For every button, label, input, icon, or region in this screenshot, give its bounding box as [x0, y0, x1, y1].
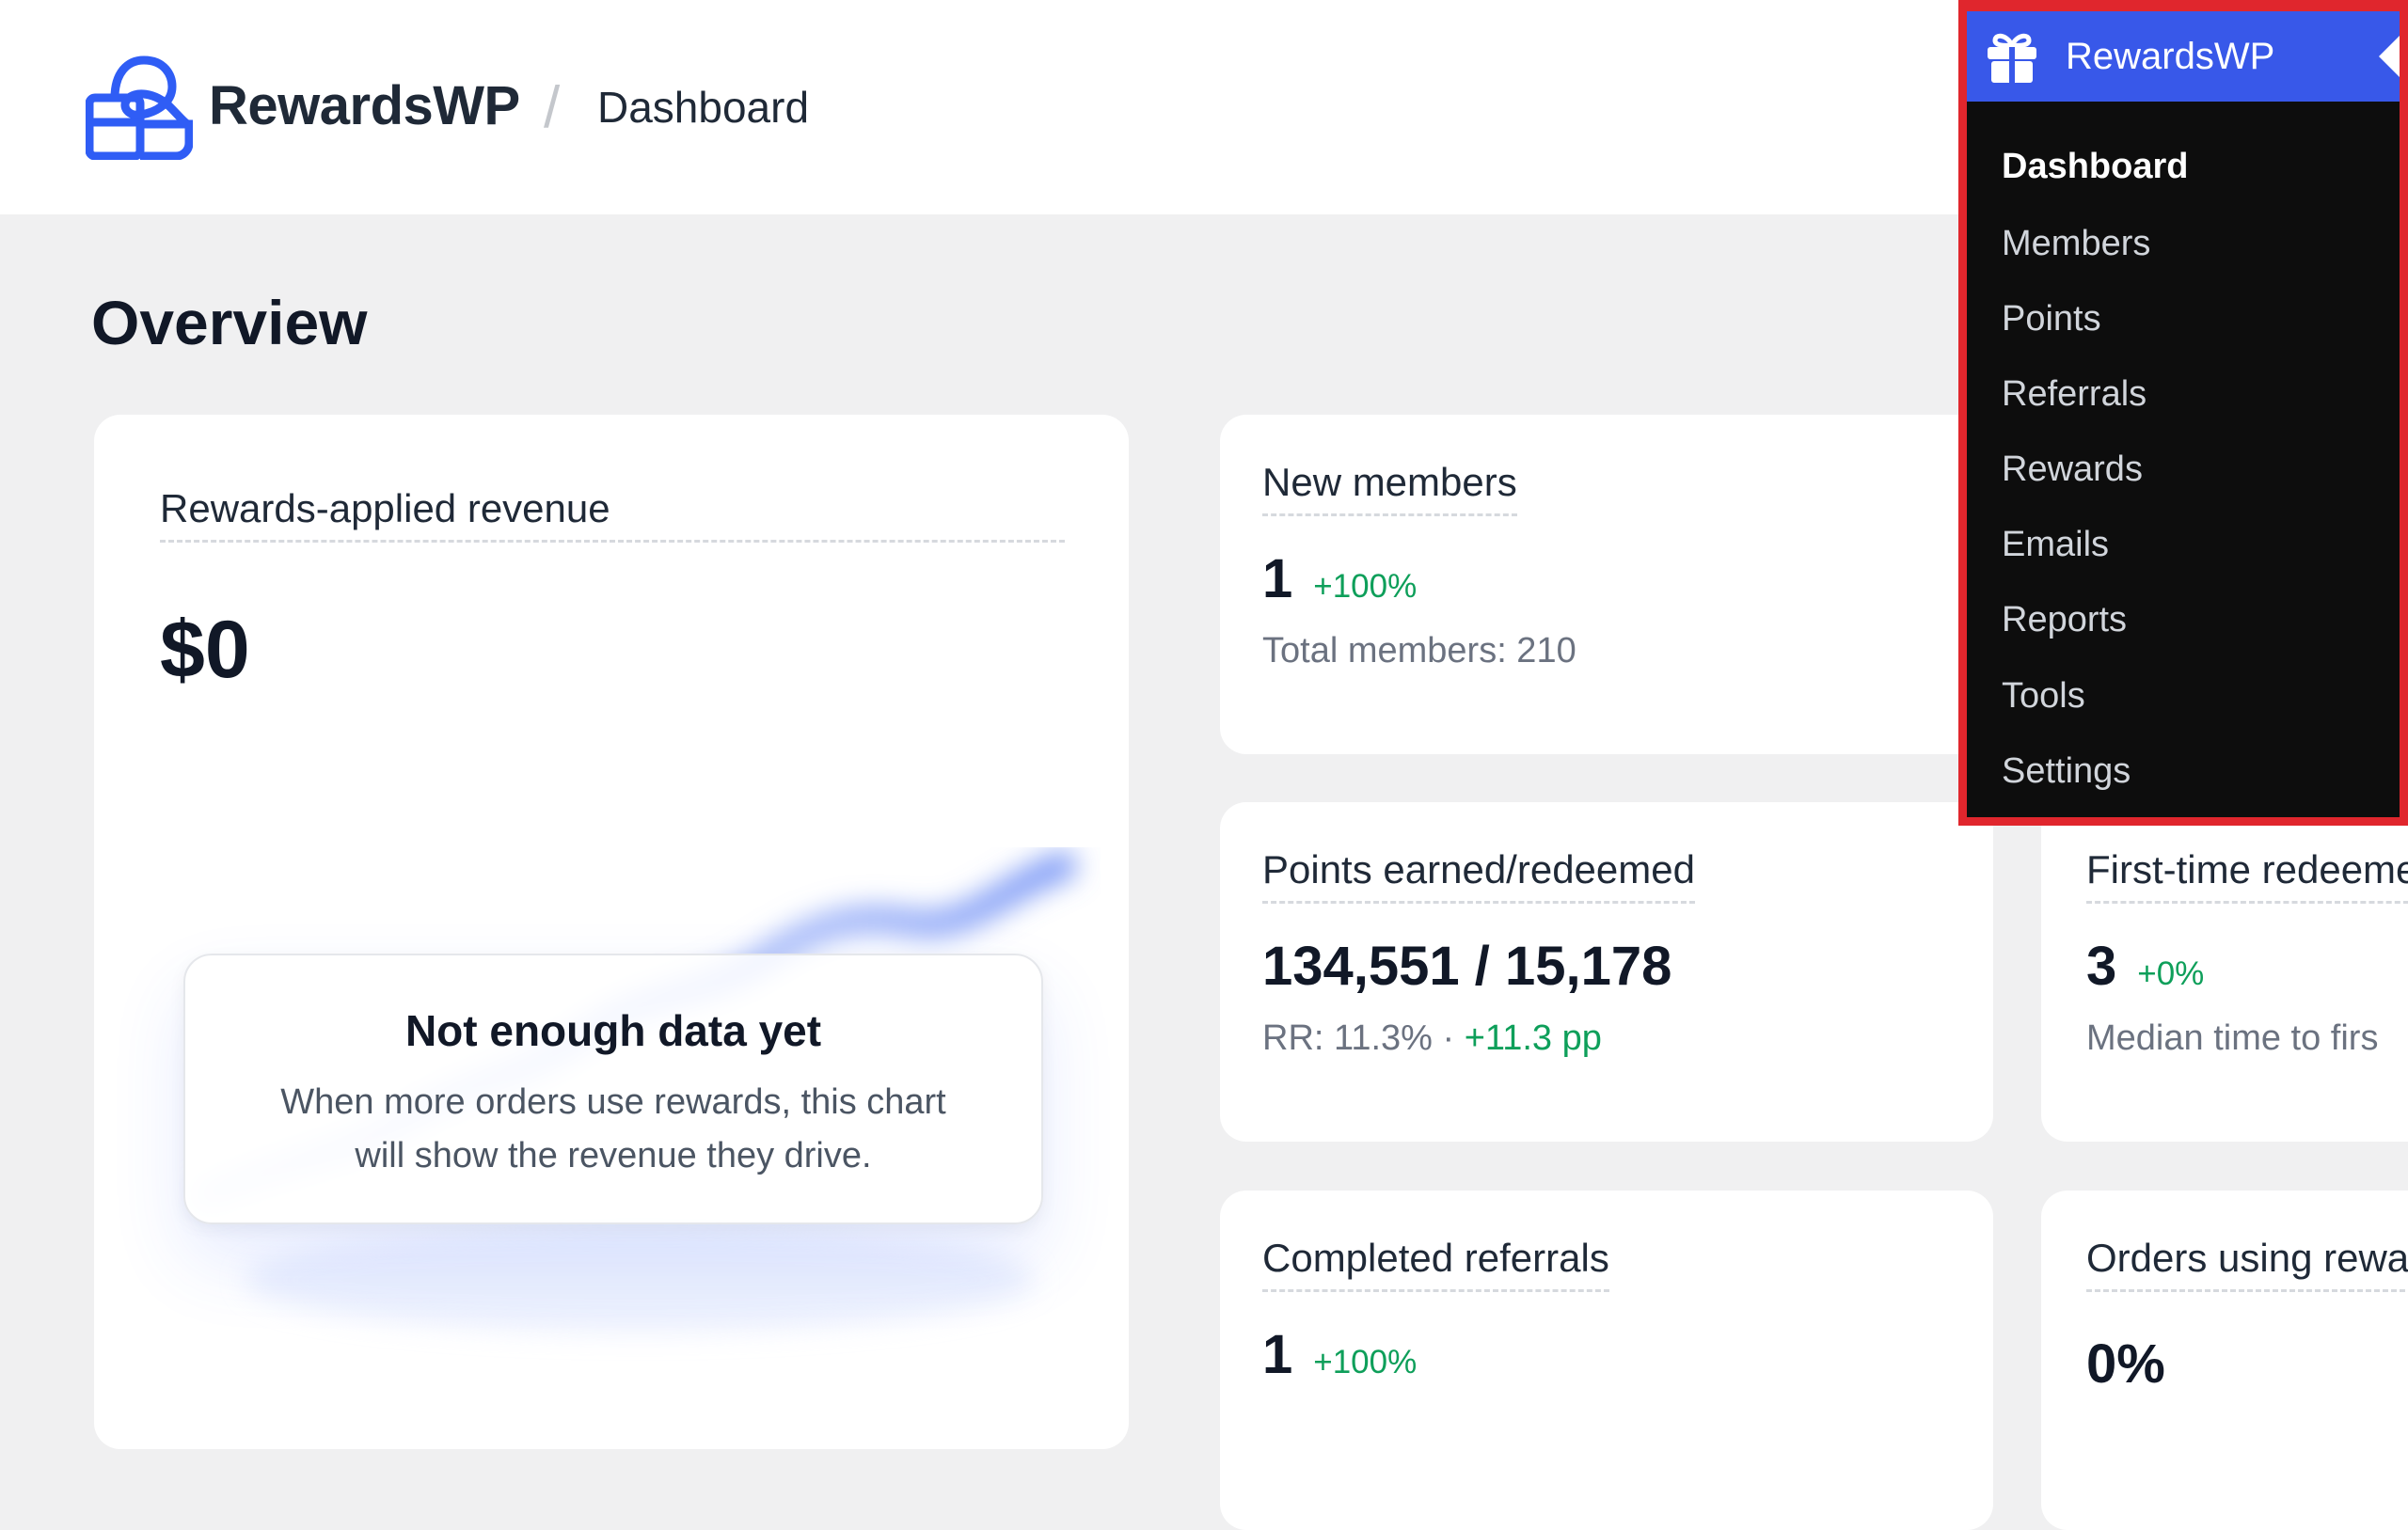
breadcrumb-separator: /: [544, 75, 561, 140]
new-members-delta: +100%: [1313, 568, 1418, 605]
median-time-text: Median time to firs: [2086, 1018, 2379, 1058]
points-title[interactable]: Points earned/redeemed: [1262, 844, 1695, 904]
first-time-redeemers-card: First-time redeeme 3 +0% Median time to f…: [2041, 802, 2408, 1142]
first-time-title[interactable]: First-time redeeme: [2086, 844, 2408, 904]
revenue-card: Rewards-applied revenue $0 Not enough da…: [94, 415, 1129, 1449]
menu-item-members[interactable]: Members: [2002, 220, 2150, 267]
completed-referrals-title[interactable]: Completed referrals: [1262, 1233, 1609, 1292]
empty-state-panel: Not enough data yet When more orders use…: [183, 954, 1043, 1224]
breadcrumb-current: Dashboard: [597, 83, 810, 132]
menu-item-rewards[interactable]: Rewards: [2002, 446, 2143, 493]
menu-item-referrals[interactable]: Referrals: [2002, 371, 2147, 418]
menu-item-dashboard[interactable]: Dashboard: [2002, 143, 2188, 190]
empty-state-title: Not enough data yet: [404, 1006, 822, 1055]
page-title: Overview: [91, 288, 368, 357]
menu-item-points[interactable]: Points: [2002, 295, 2101, 342]
revenue-value: $0: [160, 605, 250, 695]
points-value: 134,551 / 15,178: [1262, 936, 1672, 997]
redemption-rate-delta: +11.3 pp: [1464, 1018, 1602, 1058]
menu-item-tools[interactable]: Tools: [2002, 672, 2085, 719]
orders-using-rewards-title[interactable]: Orders using rewar: [2086, 1233, 2408, 1292]
new-members-value: 1 +100%: [1262, 546, 1417, 620]
admin-menu-header[interactable]: RewardsWP: [1967, 11, 2400, 102]
new-members-title[interactable]: New members: [1262, 457, 1517, 516]
new-members-number: 1: [1262, 548, 1293, 609]
menu-pointer-arrow: [2379, 36, 2400, 77]
redemption-rate-text: RR: 11.3% · +11.3 pp: [1262, 1015, 1602, 1062]
revenue-card-title[interactable]: Rewards-applied revenue: [160, 483, 1065, 543]
first-time-delta: +0%: [2137, 955, 2205, 992]
first-time-number: 3: [2086, 936, 2117, 997]
admin-menu-title: RewardsWP: [2066, 36, 2275, 77]
orders-using-rewards-card: Orders using rewar 0%: [2041, 1191, 2408, 1530]
brand-name[interactable]: RewardsWP: [209, 75, 520, 137]
menu-item-emails[interactable]: Emails: [2002, 521, 2109, 568]
empty-state-text: When more orders use rewards, this chart…: [280, 1082, 946, 1175]
completed-referrals-delta: +100%: [1313, 1344, 1418, 1380]
completed-referrals-card: Completed referrals 1 +100%: [1220, 1191, 1993, 1530]
menu-item-reports[interactable]: Reports: [2002, 596, 2127, 643]
orders-using-rewards-value: 0%: [2086, 1333, 2165, 1395]
admin-submenu: RewardsWP Dashboard Members Points Refer…: [1958, 0, 2408, 826]
menu-item-settings[interactable]: Settings: [2002, 748, 2131, 795]
gift-icon: [1988, 33, 2036, 83]
completed-referrals-value: 1 +100%: [1262, 1322, 1417, 1396]
points-card: Points earned/redeemed 134,551 / 15,178 …: [1220, 802, 1993, 1142]
redemption-rate-label: RR: 11.3% ·: [1262, 1018, 1455, 1058]
completed-referrals-number: 1: [1262, 1324, 1293, 1385]
new-members-card: New members 1 +100% Total members: 210: [1220, 415, 1991, 754]
total-members-text: Total members: 210: [1262, 631, 1576, 670]
first-time-value: 3 +0%: [2086, 934, 2204, 1007]
rewardswp-logo-icon[interactable]: [86, 55, 193, 160]
